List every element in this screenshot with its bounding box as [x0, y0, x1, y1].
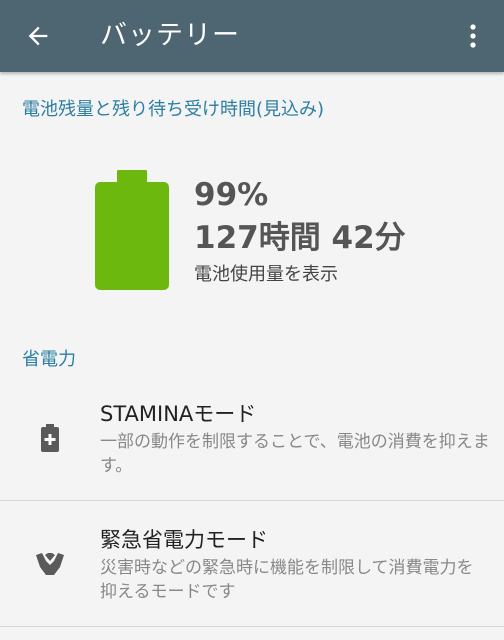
battery-status: 99% 127時間 42分 電池使用量を表示 — [194, 176, 406, 288]
battery-time-remaining: 127時間 42分 — [194, 220, 406, 256]
stamina-mode-item[interactable]: STAMINAモード 一部の動作を制限することで、電池の消費を抑えます。 — [0, 390, 504, 500]
list-divider — [0, 626, 504, 627]
stamina-mode-title: STAMINAモード — [100, 402, 257, 426]
overflow-menu-button[interactable] — [460, 20, 486, 52]
battery-plus-icon — [34, 422, 66, 454]
page-title: バッテリー — [100, 20, 240, 51]
back-button[interactable] — [22, 20, 54, 52]
arrow-left-icon — [28, 26, 48, 46]
emergency-mode-item[interactable]: 緊急省電力モード 災害時などの緊急時に機能を制限して消費電力を抑えるモードです — [0, 502, 504, 626]
stamina-mode-description: 一部の動作を制限することで、電池の消費を抑えます。 — [100, 432, 490, 476]
power-saving-section-header: 省電力 — [22, 349, 76, 370]
battery-usage-link[interactable]: 電池使用量を表示 — [194, 262, 406, 288]
list-divider — [0, 500, 504, 501]
emergency-mode-title: 緊急省電力モード — [100, 528, 268, 552]
app-bar: バッテリー — [0, 0, 504, 72]
emergency-mode-description: 災害時などの緊急時に機能を制限して消費電力を抑えるモードです — [100, 558, 474, 602]
emergency-hands-icon — [34, 548, 66, 580]
battery-level-icon — [95, 170, 169, 290]
battery-body — [95, 182, 169, 290]
battery-section-header: 電池残量と残り待ち受け時間(見込み) — [22, 99, 325, 120]
more-vertical-icon — [470, 24, 476, 48]
battery-terminal — [117, 170, 147, 184]
battery-percent: 99% — [194, 177, 269, 213]
